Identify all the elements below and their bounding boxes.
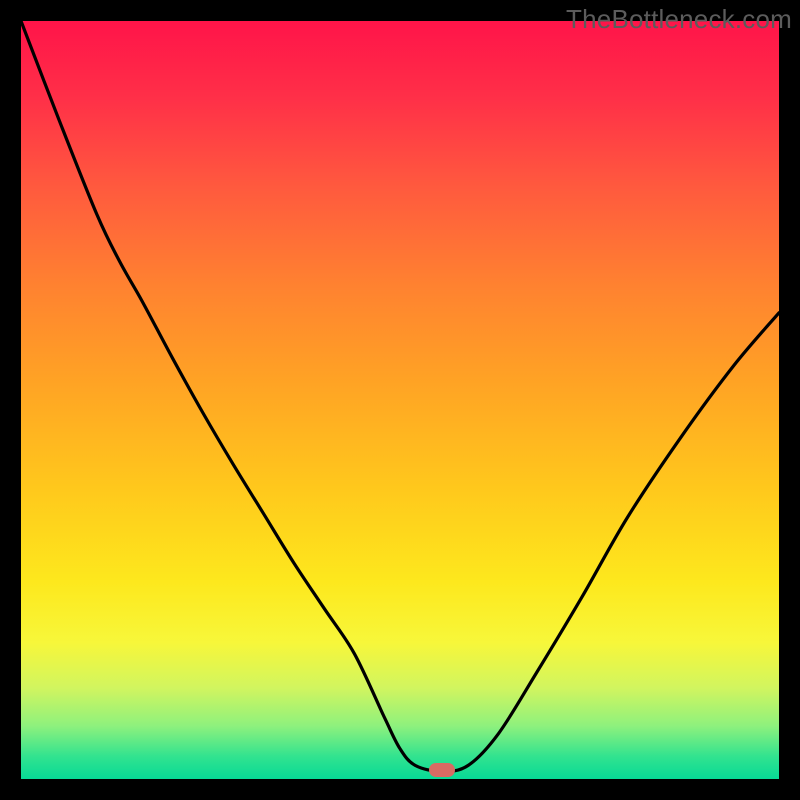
minimum-marker-icon: [429, 763, 455, 777]
bottleneck-curve: [21, 21, 779, 779]
chart-frame: TheBottleneck.com: [0, 0, 800, 800]
watermark-text: TheBottleneck.com: [566, 4, 792, 35]
